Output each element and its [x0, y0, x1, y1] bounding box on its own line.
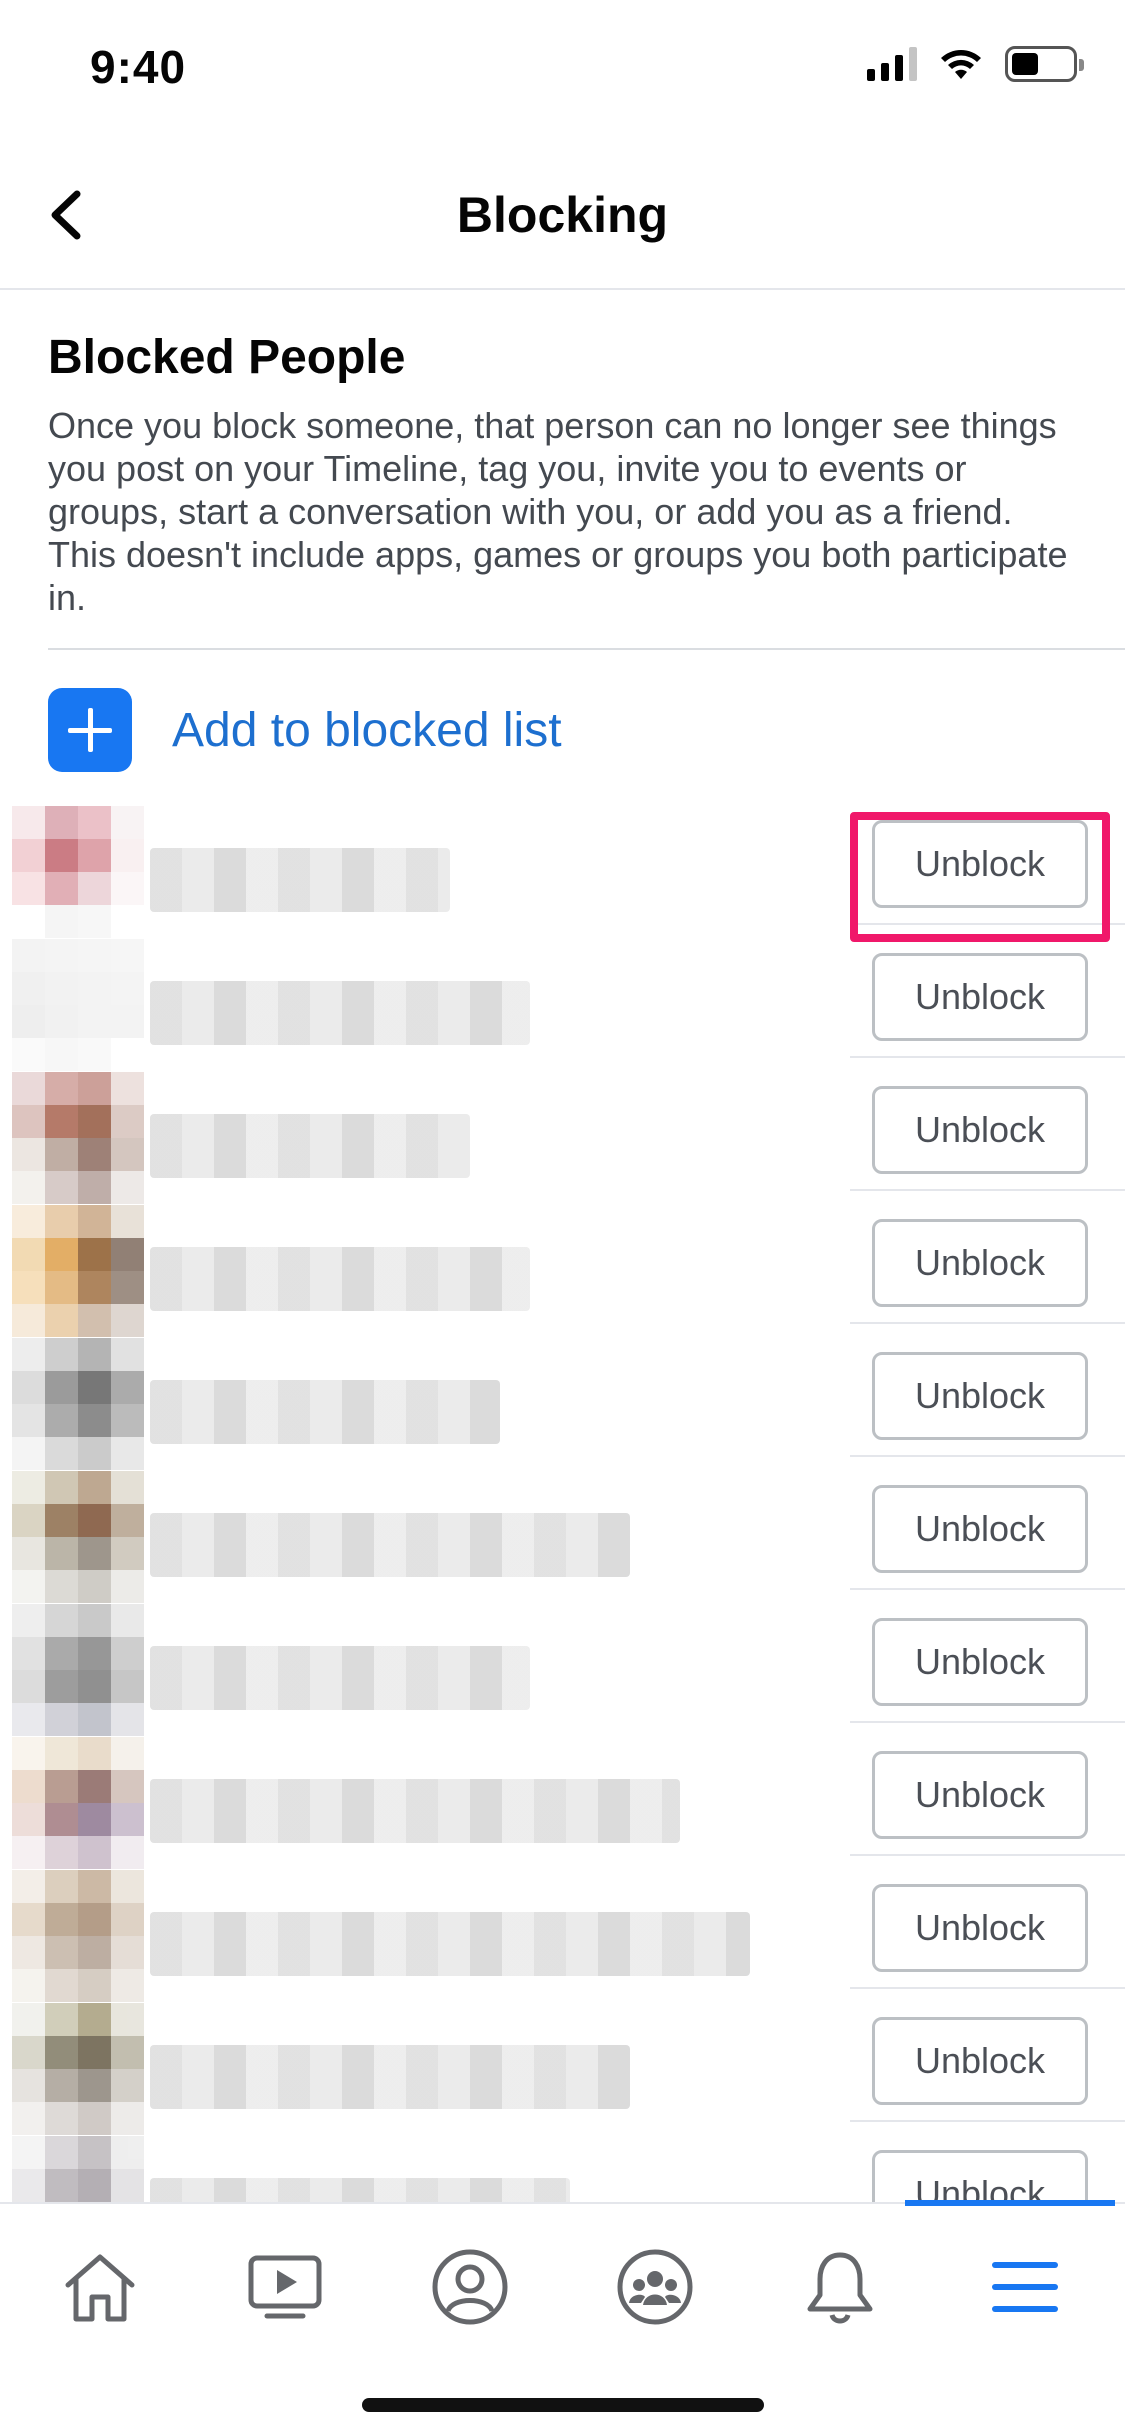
- page-title: Blocking: [456, 187, 669, 243]
- blocked-person-row: Unblock: [0, 1856, 1125, 2002]
- avatar: [12, 806, 144, 938]
- status-icons: [867, 46, 1084, 82]
- blocked-person-row: Unblock: [0, 1989, 1125, 2135]
- blurred-name: [150, 1912, 750, 1976]
- unblock-button[interactable]: Unblock: [872, 2150, 1088, 2202]
- home-icon: [65, 2254, 135, 2322]
- blocked-person-row: Unblock: [0, 1723, 1125, 1869]
- avatar: [12, 1338, 144, 1470]
- blocked-person-row: Unblock: [0, 1324, 1125, 1470]
- unblock-button[interactable]: Unblock: [872, 1352, 1088, 1440]
- avatar: [12, 1870, 144, 2002]
- tab-menu[interactable]: [955, 2232, 1095, 2342]
- avatar: [12, 1205, 144, 1337]
- avatar: [12, 1471, 144, 1603]
- blocked-people-list[interactable]: Unblock Unblock Unblock Unblock Unblock Unblo…: [0, 792, 1125, 2202]
- plus-icon: [48, 688, 132, 772]
- unblock-button[interactable]: Unblock: [872, 1485, 1088, 1573]
- avatar: [12, 1604, 144, 1736]
- unblock-button[interactable]: Unblock: [872, 1884, 1088, 1972]
- blurred-name: [150, 1380, 500, 1444]
- avatar: [12, 1737, 144, 1869]
- blurred-name: [150, 1646, 530, 1710]
- tab-groups[interactable]: [585, 2232, 725, 2342]
- add-to-blocked-list-button[interactable]: Add to blocked list: [48, 688, 562, 772]
- battery-icon: [1005, 46, 1084, 82]
- profile-icon: [432, 2249, 508, 2325]
- blurred-name: [150, 1247, 530, 1311]
- unblock-button[interactable]: Unblock: [872, 953, 1088, 1041]
- status-bar: 9:40: [0, 0, 1125, 140]
- avatar: [12, 2003, 144, 2135]
- blocked-person-row: Unblock: [0, 1457, 1125, 1603]
- avatar: [12, 1072, 144, 1204]
- blocked-person-row: Unblock: [0, 1590, 1125, 1736]
- unblock-button[interactable]: Unblock: [872, 1751, 1088, 1839]
- groups-icon: [617, 2249, 693, 2325]
- unblock-button[interactable]: Unblock: [872, 820, 1088, 908]
- section-description: Once you block someone, that person can …: [48, 405, 1068, 618]
- blurred-name: [150, 2045, 630, 2109]
- avatar: [12, 939, 144, 1071]
- blocked-person-row: Unblock: [0, 1191, 1125, 1337]
- divider: [48, 648, 1125, 650]
- unblock-button[interactable]: Unblock: [872, 1219, 1088, 1307]
- watch-video-icon: [248, 2255, 322, 2319]
- unblock-button[interactable]: Unblock: [872, 1086, 1088, 1174]
- cellular-signal-icon: [867, 47, 917, 81]
- blurred-name: [150, 1114, 470, 1178]
- unblock-button[interactable]: Unblock: [872, 1618, 1088, 1706]
- active-tab-indicator: [905, 2200, 1115, 2206]
- notifications-bell-icon: [807, 2252, 873, 2324]
- blocked-person-row: Unblock: [0, 925, 1125, 1071]
- add-to-blocked-list-label: Add to blocked list: [172, 703, 562, 757]
- tab-home[interactable]: [30, 2232, 170, 2342]
- home-indicator: [362, 2398, 764, 2412]
- unblock-button[interactable]: Unblock: [872, 2017, 1088, 2105]
- navigation-header: Blocking: [0, 140, 1125, 290]
- blocked-people-section: Blocked People Once you block someone, t…: [48, 330, 1078, 619]
- blocked-person-row: Unblock: [0, 2122, 1125, 2202]
- blurred-name: [150, 848, 450, 912]
- section-title: Blocked People: [48, 331, 406, 384]
- blocked-person-row: Unblock: [0, 1058, 1125, 1204]
- tab-profile[interactable]: [400, 2232, 540, 2342]
- blurred-name: [150, 1513, 630, 1577]
- tab-notifications[interactable]: [770, 2232, 910, 2342]
- tab-watch[interactable]: [215, 2232, 355, 2342]
- menu-icon: [991, 2262, 1058, 2312]
- blurred-name: [150, 2178, 570, 2202]
- blurred-name: [150, 1779, 680, 1843]
- blocked-person-row: Unblock: [0, 792, 1125, 938]
- avatar: [12, 2136, 144, 2202]
- status-time: 9:40: [90, 41, 187, 93]
- blurred-name: [150, 981, 530, 1045]
- wifi-icon: [941, 50, 981, 79]
